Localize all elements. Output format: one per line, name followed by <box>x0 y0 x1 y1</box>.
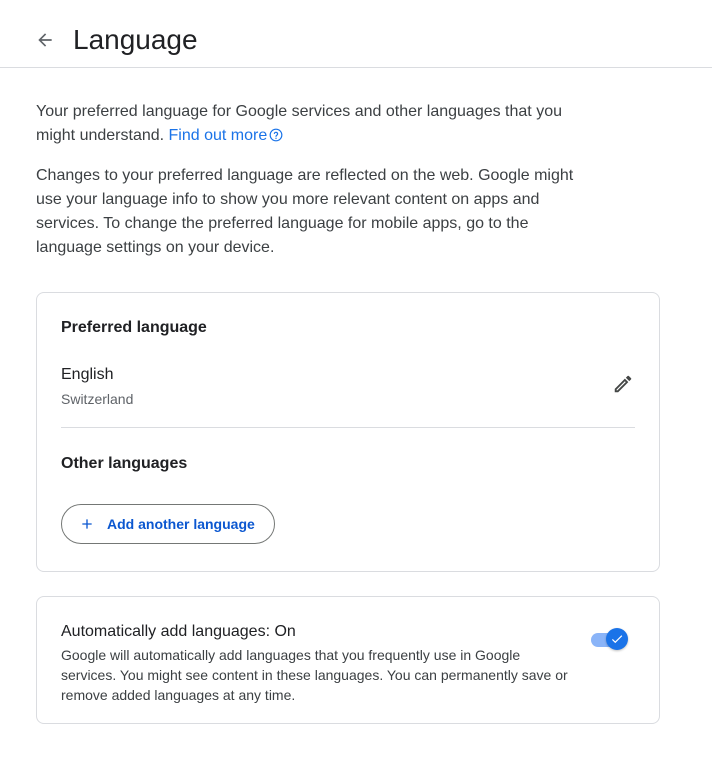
language-card: Preferred language English Switzerland O… <box>36 292 660 572</box>
language-description: Changes to your preferred language are r… <box>36 167 574 256</box>
find-out-more-label: Find out more <box>168 127 268 144</box>
auto-add-toggle[interactable] <box>591 627 629 651</box>
preferred-language-name: English <box>61 366 114 383</box>
add-language-label: Add another language <box>107 516 255 532</box>
plus-icon <box>79 516 95 532</box>
arrow-back-icon <box>38 33 52 47</box>
auto-add-card: Automatically add languages: On Google w… <box>36 596 660 724</box>
auto-add-title: Automatically add languages: On <box>61 623 296 640</box>
page-title: Language <box>73 24 198 55</box>
toggle-knob <box>606 628 628 650</box>
other-languages-title: Other languages <box>61 455 188 472</box>
back-button[interactable] <box>26 21 64 59</box>
find-out-more-link[interactable]: Find out more <box>169 127 284 144</box>
add-language-button[interactable]: Add another language <box>61 504 275 544</box>
intro-text: Your preferred language for Google servi… <box>36 100 596 148</box>
check-icon <box>611 635 623 644</box>
page-header: Language <box>0 0 712 68</box>
edit-language-button[interactable] <box>607 368 639 400</box>
pencil-icon <box>614 375 632 393</box>
divider <box>61 427 635 428</box>
intro-body: Your preferred language for Google servi… <box>36 103 562 144</box>
preferred-language-region: Switzerland <box>61 391 134 407</box>
preferred-language-title: Preferred language <box>61 319 207 336</box>
help-icon <box>269 128 283 142</box>
auto-add-description: Google will automatically add languages … <box>61 647 568 703</box>
